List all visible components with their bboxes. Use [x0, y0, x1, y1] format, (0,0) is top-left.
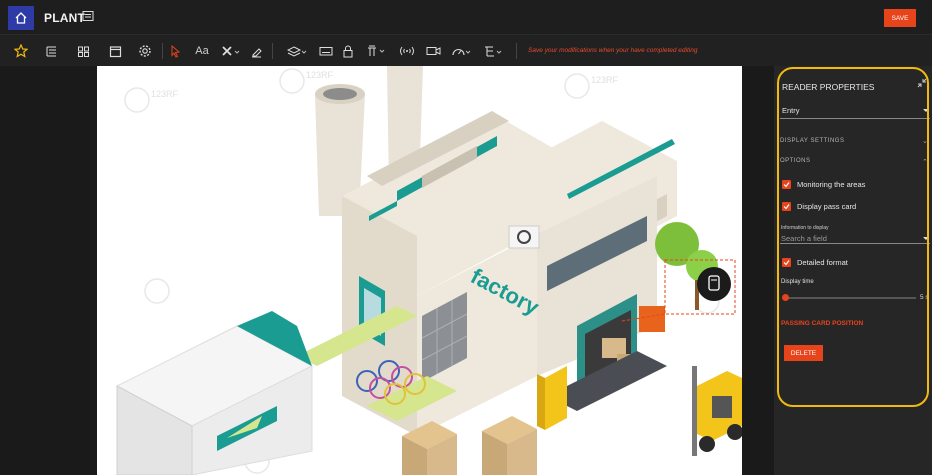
home-button[interactable] [8, 6, 34, 30]
cross-tool-icon [222, 46, 240, 56]
monitoring-areas-checkbox[interactable]: Monitoring the areas [782, 179, 865, 190]
chevron-up-icon[interactable]: ⌃ [922, 158, 928, 166]
settings-button[interactable] [136, 41, 154, 61]
watermark-text: 123RF [591, 75, 619, 85]
text-icon: Aa [195, 45, 209, 57]
watermark-text: 123RF [151, 89, 179, 99]
layers-icon [287, 45, 307, 57]
keyboard-icon [319, 47, 333, 56]
camera-button[interactable] [424, 41, 442, 61]
gauge-icon [452, 48, 471, 55]
lock-icon [343, 45, 353, 57]
stack-icon [485, 46, 502, 56]
star-icon [14, 44, 28, 58]
gauge-button[interactable] [450, 41, 474, 61]
passing-card-position-link[interactable]: PASSING CARD POSITION [781, 320, 863, 327]
watermark-text: 123RF [306, 70, 334, 80]
info-field-placeholder: Search a field [781, 234, 827, 243]
checkbox-label: Monitoring the areas [797, 180, 866, 189]
collapse-arrows-icon [917, 78, 927, 88]
display-time-slider[interactable] [785, 297, 916, 299]
text-tool[interactable]: Aa [192, 41, 212, 61]
display-pass-card-checkbox[interactable]: Display pass card [782, 201, 856, 212]
detailed-format-checkbox[interactable]: Detailed format [782, 257, 848, 268]
badge-reader-marker[interactable] [697, 267, 731, 301]
eraser-button[interactable] [248, 41, 264, 61]
plan-canvas[interactable]: 123RF 123RF 123RF 123RF 123RF [97, 66, 742, 475]
toolbar-divider [272, 43, 273, 59]
pointer-icon [171, 44, 180, 58]
electrical-box [537, 366, 567, 430]
slider-thumb[interactable] [782, 294, 789, 301]
badge-reader-button[interactable] [364, 41, 388, 61]
window-icon [109, 45, 121, 57]
checkbox-checked-icon [782, 202, 791, 211]
title-bar: PLANT SAVE [0, 0, 932, 34]
checkbox-checked-icon [782, 258, 791, 267]
display-settings-header[interactable]: DISPLAY SETTINGS [780, 138, 844, 144]
display-time-value: 5 s [920, 294, 929, 301]
truck [115, 311, 314, 475]
keyboard-button[interactable] [318, 41, 334, 61]
chevron-down-icon[interactable]: ⌄ [922, 137, 928, 145]
stack-button[interactable] [482, 41, 506, 61]
favorite-button[interactable] [12, 41, 30, 61]
tree-list-icon [46, 46, 56, 56]
display-time-label: Display time [781, 279, 814, 285]
edit-hint: Save your modifications when your have c… [528, 47, 698, 54]
window-button[interactable] [106, 41, 124, 61]
tree-view-button[interactable] [42, 41, 60, 61]
badge-reader-icon [368, 45, 385, 56]
right-gutter [742, 66, 774, 475]
save-button[interactable]: SAVE [884, 9, 916, 27]
toolbar-divider [162, 43, 163, 59]
collapse-panel-button[interactable] [917, 78, 927, 90]
signal-button[interactable] [396, 41, 418, 61]
eraser-icon [251, 47, 262, 57]
reader-type-value: Entry [782, 106, 800, 115]
dropdown-caret-icon [923, 237, 929, 240]
left-gutter [0, 66, 97, 475]
info-to-display-label: Information to display [781, 225, 829, 231]
toolbar: Aa Save your modifications when your hav… [0, 34, 932, 66]
camera-icon [426, 47, 440, 55]
forklift [692, 366, 742, 456]
settings-icon [139, 45, 151, 57]
home-icon [15, 12, 27, 24]
checkbox-label: Display pass card [797, 202, 857, 211]
cross-tool-button[interactable] [220, 41, 242, 61]
page-title: PLANT [44, 11, 85, 25]
reader-type-select[interactable] [780, 103, 930, 119]
panel-title: READER PROPERTIES [782, 82, 875, 92]
properties-panel [774, 66, 932, 475]
checkbox-checked-icon [782, 180, 791, 189]
grid-view-button[interactable] [74, 41, 92, 61]
checkbox-label: Detailed format [797, 258, 848, 267]
grid-icon [77, 46, 89, 57]
dropdown-caret-icon [923, 109, 929, 112]
wifi-signal-icon [400, 46, 414, 56]
layers-button[interactable] [286, 41, 308, 61]
lock-button[interactable] [340, 41, 356, 61]
rename-icon[interactable] [82, 10, 94, 22]
options-header[interactable]: OPTIONS [780, 158, 811, 164]
factory-illustration: 123RF 123RF 123RF 123RF 123RF [115, 66, 742, 475]
delete-button[interactable]: DELETE [784, 345, 823, 361]
select-tool[interactable] [168, 41, 182, 61]
toolbar-divider [516, 43, 517, 59]
